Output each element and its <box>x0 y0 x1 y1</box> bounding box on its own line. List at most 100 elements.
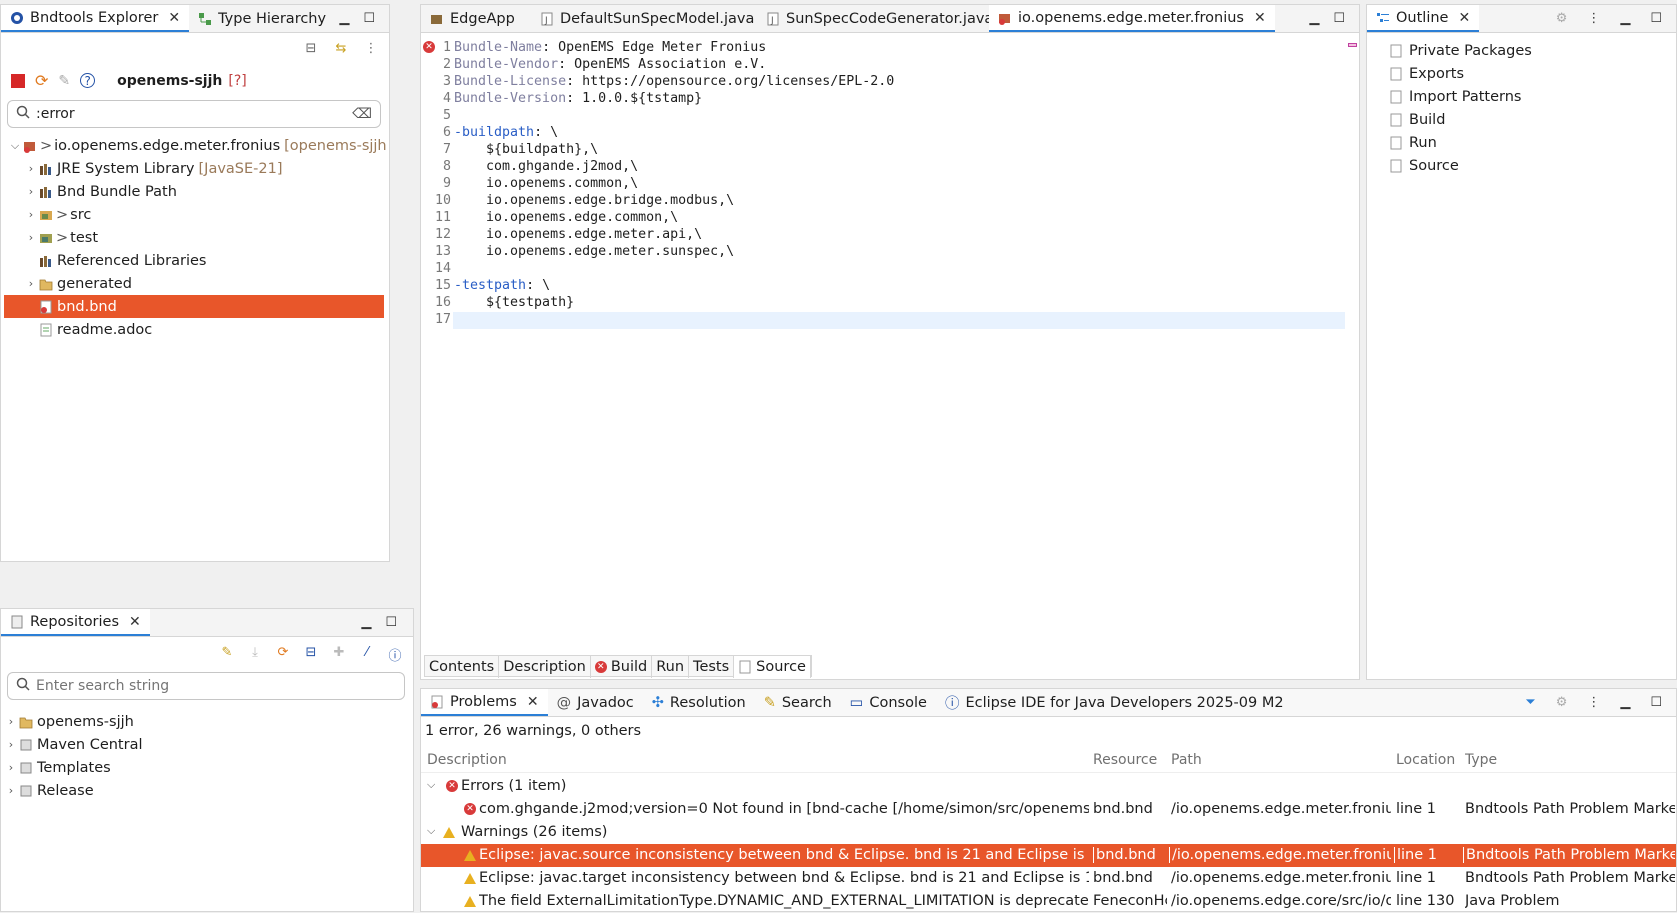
expand-arrow-icon[interactable]: › <box>23 231 39 244</box>
tab-edgeapp[interactable]: EdgeApp <box>421 5 531 32</box>
table-row-selected[interactable]: Eclipse: javac.source inconsistency betw… <box>421 844 1676 867</box>
repo-item-templates[interactable]: › Templates <box>1 756 413 779</box>
column-location[interactable]: Location <box>1396 752 1455 768</box>
tab-source[interactable]: Source <box>734 656 811 678</box>
expand-arrow-icon[interactable]: › <box>3 715 19 728</box>
maximize-icon[interactable]: ☐ <box>1333 11 1345 26</box>
group-warnings[interactable]: ⌵ Warnings (26 items) <box>421 821 1676 844</box>
refresh-icon[interactable]: ⟳ <box>35 71 48 90</box>
expand-arrow-icon[interactable]: › <box>23 208 39 221</box>
outline-item-run[interactable]: Run <box>1389 131 1676 154</box>
tab-sunspec-code-generator[interactable]: J SunSpecCodeGenerator.java <box>757 5 993 32</box>
tab-search[interactable]: ✎ Search <box>755 689 841 716</box>
expand-arrow-icon[interactable]: ⌵ <box>427 778 435 792</box>
column-path[interactable]: Path <box>1171 752 1202 768</box>
tab-build[interactable]: ✕ Build <box>591 656 653 678</box>
expand-arrow-icon[interactable]: › <box>23 277 39 290</box>
tree-item-readme[interactable]: readme.adoc <box>1 318 389 341</box>
outline-item-private-packages[interactable]: Private Packages <box>1389 39 1676 62</box>
view-menu-icon[interactable]: ⋮ <box>1587 695 1600 710</box>
tree-item-referenced-libraries[interactable]: Referenced Libraries <box>1 249 389 272</box>
repo-item-maven-central[interactable]: › Maven Central <box>1 733 413 756</box>
close-icon[interactable]: ✕ <box>1458 10 1470 26</box>
tree-item-project[interactable]: ⌵ > io.openems.edge.meter.fronius [opene… <box>1 134 389 157</box>
group-errors[interactable]: ⌵ ✕ Errors (1 item) <box>421 775 1676 798</box>
sync-icon[interactable]: ⚙ <box>1556 695 1568 710</box>
tree-item-jre[interactable]: › JRE System Library [JavaSE-21] <box>1 157 389 180</box>
tab-console[interactable]: ▭ Console <box>841 689 936 716</box>
repositories-search-field[interactable] <box>7 672 405 700</box>
close-icon[interactable]: ✕ <box>129 614 141 630</box>
refresh-icon[interactable]: ⟳ <box>275 645 291 661</box>
view-menu-icon[interactable]: ⋮ <box>1587 11 1600 26</box>
add-bundle-icon[interactable]: ✎ <box>219 645 235 661</box>
help-icon[interactable]: ? <box>80 73 96 88</box>
wand-icon[interactable]: ⁄ <box>359 645 375 661</box>
overview-ruler-marker[interactable] <box>1348 43 1357 47</box>
expand-arrow-icon[interactable]: › <box>23 185 39 198</box>
filter-field[interactable]: :error ⌫ <box>7 100 381 128</box>
tab-resolution[interactable]: ✣ Resolution <box>643 689 755 716</box>
filter-icon[interactable]: ⏷ <box>1525 695 1535 710</box>
sync-icon[interactable]: ⚙ <box>1556 11 1568 26</box>
tab-eclipse-ide[interactable]: ⓘ Eclipse IDE for Java Developers 2025-09… <box>936 689 1293 716</box>
tree-item-test[interactable]: › > test <box>1 226 389 249</box>
tab-run[interactable]: Run <box>652 656 690 678</box>
tab-default-sunspec-model[interactable]: J DefaultSunSpecModel.java <box>531 5 757 32</box>
collapse-all-icon[interactable]: ⊟ <box>303 645 319 661</box>
close-icon[interactable]: ✕ <box>527 694 539 710</box>
repositories-search-input[interactable] <box>36 678 404 694</box>
minimize-icon[interactable]: ▁ <box>1309 11 1319 26</box>
tree-item-src[interactable]: › > src <box>1 203 389 226</box>
close-icon[interactable]: ✕ <box>1254 10 1266 26</box>
minimize-icon[interactable]: ▁ <box>1620 11 1630 26</box>
outline-item-source[interactable]: Source <box>1389 154 1676 177</box>
minimize-icon[interactable]: ▁ <box>1620 695 1630 710</box>
help-icon[interactable]: ⓘ <box>387 645 403 664</box>
expand-arrow-icon[interactable]: ⌵ <box>7 139 23 153</box>
tab-contents[interactable]: Contents <box>425 656 500 678</box>
add-icon[interactable]: ✚ <box>331 645 347 661</box>
tab-type-hierarchy[interactable]: Type Hierarchy <box>189 5 335 32</box>
tab-javadoc[interactable]: @ Javadoc <box>548 689 643 716</box>
table-row[interactable]: Eclipse: javac.target inconsistency betw… <box>421 867 1676 890</box>
repo-item-openems-sjjh[interactable]: › openems-sjjh <box>1 710 413 733</box>
collapse-all-icon[interactable]: ⊟ <box>303 41 319 57</box>
tree-item-generated[interactable]: › generated <box>1 272 389 295</box>
column-resource[interactable]: Resource <box>1093 752 1157 768</box>
expand-arrow-icon[interactable]: › <box>3 761 19 774</box>
expand-arrow-icon[interactable]: › <box>23 162 39 175</box>
maximize-icon[interactable]: ☐ <box>363 11 375 26</box>
column-type[interactable]: Type <box>1465 752 1497 768</box>
tab-repositories[interactable]: Repositories ✕ <box>1 609 150 636</box>
close-icon[interactable]: ✕ <box>168 10 180 26</box>
table-row[interactable]: The field ExternalLimitationType.DYNAMIC… <box>421 890 1676 913</box>
pin-icon[interactable]: ✎ <box>58 73 70 89</box>
link-with-editor-icon[interactable]: ⇆ <box>333 41 349 57</box>
tab-fronius-bnd[interactable]: io.openems.edge.meter.fronius ✕ <box>989 5 1275 32</box>
expand-arrow-icon[interactable]: › <box>3 784 19 797</box>
tab-tests[interactable]: Tests <box>689 656 735 678</box>
expand-arrow-icon[interactable]: ⌵ <box>427 824 435 838</box>
tab-problems[interactable]: Problems ✕ <box>421 689 548 716</box>
minimize-icon[interactable]: ▁ <box>339 11 349 26</box>
repo-item-release[interactable]: › Release <box>1 779 413 802</box>
maximize-icon[interactable]: ☐ <box>385 615 397 630</box>
download-icon[interactable]: ⤓ <box>247 645 263 661</box>
tree-item-bnd-bundle-path[interactable]: › Bnd Bundle Path <box>1 180 389 203</box>
maximize-icon[interactable]: ☐ <box>1650 11 1662 26</box>
expand-arrow-icon[interactable]: › <box>3 738 19 751</box>
tree-item-bnd-bnd[interactable]: bnd.bnd <box>4 295 384 318</box>
table-row[interactable]: ✕ com.ghgande.j2mod;version=0 Not found … <box>421 798 1676 821</box>
tab-bndtools-explorer[interactable]: Bndtools Explorer ✕ <box>1 5 190 32</box>
tab-description[interactable]: Description <box>499 656 591 678</box>
clear-icon[interactable]: ⌫ <box>352 106 372 122</box>
outline-item-import-patterns[interactable]: Import Patterns <box>1389 85 1676 108</box>
outline-item-build[interactable]: Build <box>1389 108 1676 131</box>
maximize-icon[interactable]: ☐ <box>1650 695 1662 710</box>
tab-outline[interactable]: Outline ✕ <box>1367 5 1480 32</box>
outline-item-exports[interactable]: Exports <box>1389 62 1676 85</box>
column-description[interactable]: Description <box>427 752 507 768</box>
view-menu-icon[interactable]: ⋮ <box>363 41 379 57</box>
minimize-icon[interactable]: ▁ <box>361 615 371 630</box>
